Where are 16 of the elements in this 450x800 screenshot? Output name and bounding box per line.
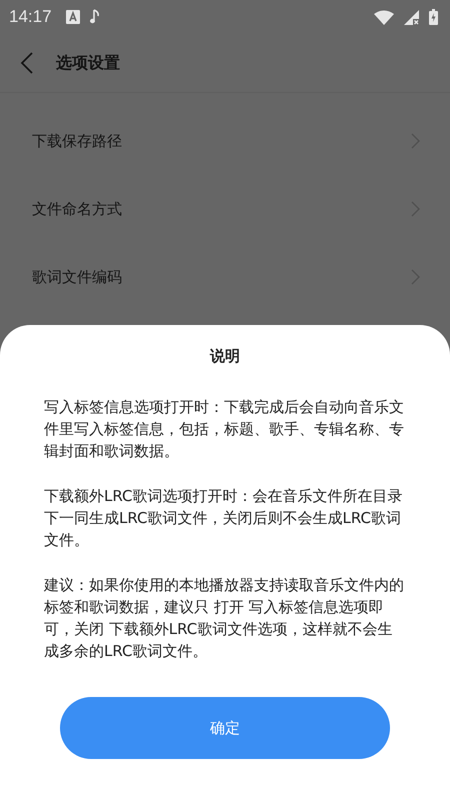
- settings-item[interactable]: 下载保存路径: [0, 107, 450, 175]
- confirm-button[interactable]: 确定: [60, 697, 390, 759]
- settings-item[interactable]: 文件命名方式: [0, 175, 450, 243]
- keyboard-icon: [66, 10, 80, 24]
- explanation-paragraph: 建议：如果你使用的本地播放器支持读取音乐文件内的标签和歌词数据，建议只 打开 写入标签信息选项即可，关闭 下载额外LRC歌词文件选项，这样就不会生成多余的LRC歌词文件。: [44, 575, 405, 662]
- settings-item[interactable]: 歌词文件编码: [0, 243, 450, 311]
- dialog-title: 说明: [210, 347, 240, 366]
- battery-charging-icon: [429, 9, 438, 25]
- page-title: 选项设置: [56, 52, 120, 74]
- explanation-paragraph: 写入标签信息选项打开时：下载完成后会自动向音乐文件里写入标签信息，包括，标题、歌手、专辑名称、专辑封面和歌词数据。: [44, 397, 405, 462]
- no-signal-icon: [404, 10, 419, 24]
- explanation-paragraph: 下载额外LRC歌词选项打开时：会在音乐文件所在目录下一同生成LRC歌词文件，关闭后则不会生成LRC歌词文件。: [44, 486, 404, 551]
- back-button[interactable]: [20, 52, 34, 74]
- wifi-icon: [374, 10, 394, 24]
- status-time: 14:17: [9, 7, 52, 27]
- music-note-icon: [90, 9, 100, 25]
